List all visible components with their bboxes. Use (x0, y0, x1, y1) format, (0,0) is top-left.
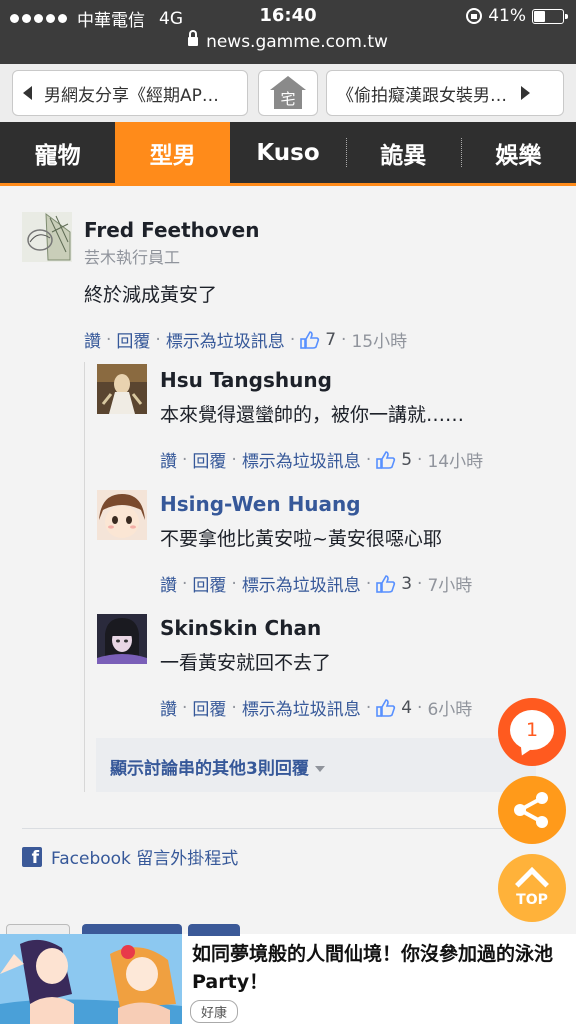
ad-source-badge: 好康 (190, 1000, 239, 1023)
reply: SkinSkin Chan 一看黃安就回不去了 讚 · 回覆 · 標示為垃圾訊息 · … (97, 612, 557, 720)
thumbs-up-icon (300, 330, 320, 349)
battery-percent: 41% (488, 6, 526, 26)
reply-thread: Hsu Tangshung 本來覺得還蠻帥的，被你一講就…… 讚 · 回覆 · 標示… (84, 362, 554, 792)
url-text: news.gamme.com.tw (206, 32, 388, 52)
thumbs-up-icon (376, 450, 396, 469)
like-link[interactable]: 讚 (160, 447, 177, 472)
home-button[interactable]: 宅 (258, 70, 318, 116)
comment-author-title: 芸木執行員工 (84, 248, 181, 267)
avatar[interactable] (22, 212, 72, 262)
mark-spam-link[interactable]: 標示為垃圾訊息 (242, 571, 361, 596)
facebook-plugin-link[interactable]: f Facebook 留言外掛程式 (22, 844, 238, 869)
status-right: 41% (466, 6, 568, 26)
ad-banner[interactable]: 如同夢境般的人間仙境！你沒參加過的泳池Party！ 好康 (0, 924, 576, 1024)
category-tab[interactable]: Kuso (230, 122, 345, 183)
divider (22, 828, 554, 829)
home-label: 宅 (274, 89, 302, 109)
avatar[interactable] (97, 364, 147, 414)
status-bar: 中華電信 4G 16:40 41% news.gamme.com.tw (0, 0, 576, 64)
reply-actions: 讚 · 回覆 · 標示為垃圾訊息 · 4 · 6小時 (160, 695, 557, 721)
reply-text: 本來覺得還蠻帥的，被你一講就…… (160, 404, 465, 426)
reply-text: 不要拿他比黃安啦~黃安很噁心耶 (160, 528, 442, 550)
like-count: 3 (401, 573, 413, 594)
comment-actions: 讚 · 回覆 · 標示為垃圾訊息 · 7 · 15小時 (84, 327, 554, 353)
battery-icon (532, 8, 568, 24)
mark-spam-link[interactable]: 標示為垃圾訊息 (242, 447, 361, 472)
next-article-title: 《偷拍癡漢跟女裝男… (337, 85, 507, 106)
like-link[interactable]: 讚 (160, 571, 177, 596)
home-icon: 宅 (269, 76, 307, 110)
reply-link[interactable]: 回覆 (192, 695, 226, 720)
category-tab[interactable]: 型男 (115, 122, 231, 183)
reply: Hsu Tangshung 本來覺得還蠻帥的，被你一講就…… 讚 · 回覆 · 標示… (97, 362, 557, 472)
article-nav: 男網友分享《經期AP… 宅 《偷拍癡漢跟女裝男… (0, 64, 576, 122)
address-bar[interactable]: news.gamme.com.tw (0, 30, 576, 52)
reply-link[interactable]: 回覆 (192, 571, 226, 596)
show-more-replies-button[interactable]: 顯示討論串的其他3則回覆 (96, 738, 536, 792)
rotation-lock-icon (466, 8, 483, 24)
facebook-icon: f (22, 846, 42, 868)
prev-article-title: 男網友分享《經期AP… (44, 85, 219, 106)
reply-time[interactable]: 6小時 (427, 695, 472, 720)
like-link[interactable]: 讚 (84, 327, 101, 352)
category-bar: 寵物 型男 Kuso 詭異 娛樂 (0, 122, 576, 186)
like-count: 4 (401, 697, 413, 718)
comment: Fred Feethoven 芸木執行員工 終於減成黃安了 讚 · 回覆 · 標示為… (22, 212, 554, 352)
chevron-left-icon (23, 86, 32, 100)
caret-down-icon (314, 766, 325, 772)
reply-time[interactable]: 14小時 (427, 447, 483, 472)
reply-actions: 讚 · 回覆 · 標示為垃圾訊息 · 3 · 7小時 (160, 571, 557, 597)
lock-icon (188, 30, 199, 46)
comment-count: 1 (525, 719, 539, 741)
ad-image[interactable] (0, 934, 182, 1024)
reply-link[interactable]: 回覆 (192, 447, 226, 472)
comment-text: 終於減成黃安了 (84, 284, 218, 306)
reply-link[interactable]: 回覆 (116, 327, 150, 352)
category-tab[interactable]: 娛樂 (460, 122, 576, 183)
next-article-button[interactable]: 《偷拍癡漢跟女裝男… (326, 70, 564, 116)
reply-text: 一看黃安就回不去了 (160, 652, 332, 674)
share-icon (514, 792, 548, 828)
mark-spam-link[interactable]: 標示為垃圾訊息 (166, 327, 285, 352)
back-to-top-button[interactable]: TOP (498, 854, 566, 922)
thumbs-up-icon (376, 574, 396, 593)
comment-author[interactable]: Fred Feethoven (84, 218, 554, 242)
category-tab[interactable]: 寵物 (0, 122, 115, 183)
reply-time[interactable]: 7小時 (427, 571, 472, 596)
comment-time[interactable]: 15小時 (351, 327, 407, 352)
facebook-plugin-label: Facebook 留言外掛程式 (51, 849, 239, 869)
comment-count-button[interactable]: 1 (498, 698, 566, 766)
reply: Hsing-Wen Huang 不要拿他比黃安啦~黃安很噁心耶 讚 · 回覆 · 標… (97, 488, 557, 596)
prev-article-button[interactable]: 男網友分享《經期AP… (12, 70, 248, 116)
share-button[interactable] (498, 776, 566, 844)
like-count: 5 (401, 449, 413, 470)
reply-author[interactable]: SkinSkin Chan (160, 616, 557, 640)
speech-bubble-icon: 1 (510, 710, 554, 750)
reply-author[interactable]: Hsing-Wen Huang (160, 492, 557, 516)
avatar[interactable] (97, 614, 147, 664)
thumbs-up-icon (376, 698, 396, 717)
back-to-top-label: TOP (516, 892, 548, 908)
chevron-right-icon (521, 86, 530, 100)
reply-author[interactable]: Hsu Tangshung (160, 368, 557, 392)
avatar[interactable] (97, 490, 147, 540)
like-link[interactable]: 讚 (160, 695, 177, 720)
like-count: 7 (325, 329, 337, 350)
battery-fill (534, 10, 545, 22)
ad-title[interactable]: 如同夢境般的人間仙境！你沒參加過的泳池Party！ (192, 940, 570, 996)
mark-spam-link[interactable]: 標示為垃圾訊息 (242, 695, 361, 720)
reply-actions: 讚 · 回覆 · 標示為垃圾訊息 · 5 · 14小時 (160, 447, 557, 473)
show-more-replies-label: 顯示討論串的其他3則回覆 (110, 759, 309, 779)
category-tab[interactable]: 詭異 (345, 122, 461, 183)
